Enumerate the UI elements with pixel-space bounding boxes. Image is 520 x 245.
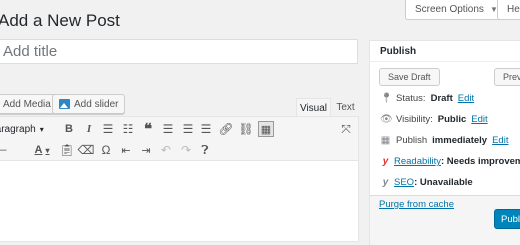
image-icon (59, 99, 70, 109)
clear-formatting-icon[interactable]: ⌫ (78, 142, 95, 158)
help-button[interactable]: Help (497, 0, 520, 20)
yoast-icon: y (382, 156, 389, 167)
publish-button[interactable]: Publish (494, 209, 520, 229)
format-select-value: Paragraph (0, 123, 36, 135)
add-media-label: Add Media (3, 98, 51, 110)
visibility-label: Visibility: (396, 114, 433, 125)
tab-text-label: Text (336, 102, 355, 113)
screen-options-button[interactable]: Screen Options ▼ (405, 0, 508, 20)
toolbar-toggle-icon[interactable]: ▦ (258, 121, 274, 137)
publish-prefix: Publish (396, 135, 428, 146)
purge-cache-link[interactable]: Purge from cache (379, 199, 454, 210)
seo-row: y SEO: Unavailable (380, 177, 473, 188)
save-draft-button[interactable]: Save Draft (379, 68, 440, 86)
screen-options-label: Screen Options (415, 4, 484, 15)
eye-icon: 👁︎ (380, 114, 393, 125)
chevron-down-icon: ▾ (39, 124, 44, 134)
schedule-row: ▦ Publish immediately Edit (380, 135, 509, 146)
editor-area[interactable]: Paragraph ▾ B I ☰ ☷ ❝ ☰ ☰ ☰ 🔗︎ ⛓︎ ▦ ⤧ — … (0, 116, 359, 242)
paste-text-icon[interactable]: 📋︎ (59, 142, 74, 158)
edit-status-link[interactable]: Edit (458, 93, 474, 104)
readability-link[interactable]: Readability (394, 156, 441, 167)
bold-icon[interactable]: B (63, 121, 75, 137)
calendar-icon: ▦ (380, 135, 391, 146)
seo-value: : Unavailable (414, 177, 473, 188)
publish-button-label: Publish (501, 213, 520, 225)
help-label: Help (507, 4, 520, 15)
visibility-row: 👁︎ Visibility: Public Edit (380, 114, 488, 125)
tab-visual-label: Visual (299, 102, 328, 114)
visibility-value: Public (437, 114, 467, 125)
add-slider-label: Add slider (74, 98, 119, 110)
special-character-icon[interactable]: Ω (100, 142, 112, 158)
save-draft-label: Save Draft (388, 72, 431, 82)
add-slider-button[interactable]: Add slider (52, 94, 126, 114)
indent-icon[interactable]: ⇥ (140, 142, 152, 158)
link-icon[interactable]: 🔗︎ (218, 121, 233, 137)
align-right-icon[interactable]: ☰ (199, 121, 213, 137)
redo-icon[interactable]: ↷ (180, 142, 192, 158)
preview-button[interactable]: Preview (494, 68, 520, 86)
blockquote-icon[interactable]: ❝ (141, 121, 155, 138)
format-select[interactable]: Paragraph ▾ (0, 121, 55, 137)
help-icon[interactable]: ❓︎ (199, 142, 211, 158)
status-row: 📍︎ Status: Draft Edit (380, 93, 474, 104)
post-title-placeholder: Add title (3, 43, 58, 60)
edit-visibility-link[interactable]: Edit (471, 114, 487, 125)
horizontal-line-icon[interactable]: — (0, 142, 7, 158)
text-color-icon[interactable]: A ▾ (29, 142, 55, 158)
tab-text[interactable]: Text (332, 98, 359, 117)
editor-toolbar: Paragraph ▾ B I ☰ ☷ ❝ ☰ ☰ ☰ 🔗︎ ⛓︎ ▦ ⤧ — … (0, 117, 358, 161)
bulleted-list-icon[interactable]: ☰ (101, 121, 115, 137)
add-media-button[interactable]: Add Media (0, 94, 58, 114)
publish-box: Publish Save Draft Preview 📍︎ Status: Dr… (369, 40, 520, 245)
align-left-icon[interactable]: ☰ (161, 121, 175, 137)
undo-icon[interactable]: ↶ (160, 142, 172, 158)
status-value: Draft (430, 93, 453, 104)
align-center-icon[interactable]: ☰ (181, 121, 195, 137)
readability-value: : Needs improvement (441, 156, 520, 167)
edit-schedule-link[interactable]: Edit (492, 135, 508, 146)
fullscreen-icon[interactable]: ⤧ (339, 121, 353, 137)
unlink-icon[interactable]: ⛓︎ (238, 121, 253, 137)
readability-row: y Readability: Needs improvement (380, 156, 520, 167)
publish-heading: Publish (370, 41, 520, 62)
publish-when: immediately (432, 135, 488, 146)
tab-visual[interactable]: Visual (296, 98, 331, 117)
status-label: Status: (396, 93, 426, 104)
pin-icon: 📍︎ (380, 93, 393, 104)
page-title: Add a New Post (0, 11, 120, 30)
italic-icon[interactable]: I (83, 121, 95, 137)
seo-link[interactable]: SEO (394, 177, 414, 188)
yoast-icon: y (382, 177, 389, 188)
post-title-input[interactable]: Add title (0, 39, 358, 64)
preview-label: Preview (503, 72, 520, 82)
outdent-icon[interactable]: ⇤ (120, 142, 132, 158)
numbered-list-icon[interactable]: ☷ (121, 121, 135, 137)
